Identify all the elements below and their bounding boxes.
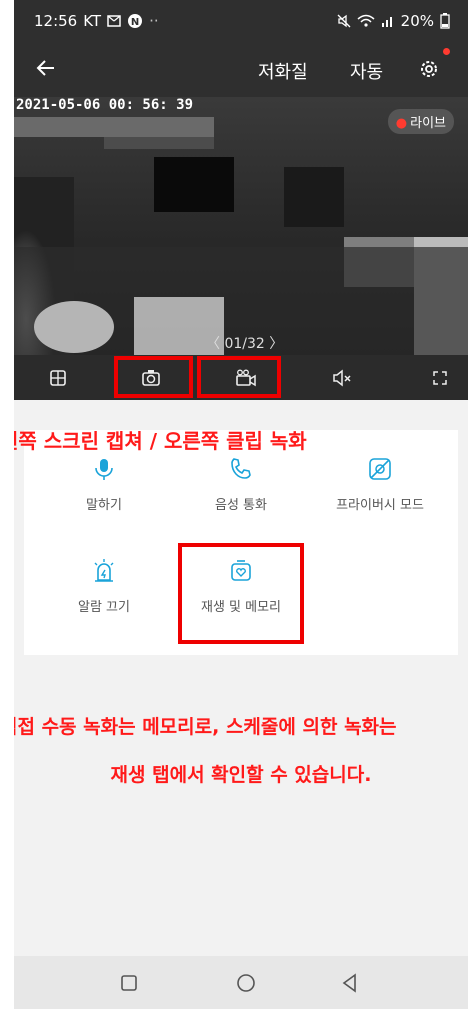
mute-icon[interactable]: [322, 355, 362, 400]
back-arrow-icon[interactable]: [36, 56, 56, 84]
live-badge: ● 라이브: [387, 109, 454, 134]
system-nav-bar: [14, 956, 468, 1009]
alarm-icon: [91, 558, 117, 584]
home-icon[interactable]: [234, 971, 258, 995]
status-bar: 12:56 KT N ·· 20%: [34, 10, 450, 32]
menu-item-alarm-off[interactable]: 알람 끄기: [44, 558, 164, 615]
gear-icon[interactable]: [418, 58, 440, 80]
menu-item-label: 알람 끄기: [78, 600, 130, 615]
privacy-icon: [367, 456, 393, 482]
menu-item-label: 프라이버시 모드: [336, 498, 424, 513]
grid-icon[interactable]: [38, 355, 78, 400]
signal-icon: [381, 17, 392, 27]
phone-icon: [228, 456, 254, 482]
back-icon[interactable]: [338, 971, 362, 995]
menu-item-voice-call[interactable]: 음성 통화: [181, 456, 301, 513]
menu-item-talk[interactable]: 말하기: [44, 456, 164, 513]
n-app-icon: N: [128, 14, 143, 28]
more-dots-icon: ··: [149, 12, 159, 30]
mic-icon: [91, 456, 117, 482]
svg-text:N: N: [131, 17, 139, 28]
battery-text: 20%: [400, 12, 434, 30]
auto-button[interactable]: 자동: [350, 58, 383, 84]
playback-caption: 재생 탭에서 확인할 수 있습니다.: [110, 764, 372, 786]
menu-item-label: 말하기: [86, 498, 122, 513]
status-time: 12:56: [34, 12, 78, 30]
nav-bar: 저화질 자동: [14, 48, 468, 88]
memory-caption: 직접 수동 녹화는 메모리로, 스케줄에 의한 녹화는: [14, 716, 397, 738]
video-feed[interactable]: 2021-05-06 00: 56: 39 ● 라이브 〈 01/32 〉: [14, 97, 468, 355]
highlight-box-playback: [178, 543, 304, 644]
video-timestamp: 2021-05-06 00: 56: 39: [16, 97, 194, 113]
live-badge-label: 라이브: [410, 116, 446, 131]
battery-icon: [440, 13, 450, 29]
quality-button[interactable]: 저화질: [258, 58, 308, 84]
notification-dot: [443, 48, 450, 55]
camera-scene-image: [14, 97, 468, 355]
top-bar: 12:56 KT N ·· 20% 저화질 자동: [14, 0, 468, 97]
status-carrier: KT: [83, 12, 102, 30]
menu-item-privacy[interactable]: 프라이버시 모드: [320, 456, 440, 513]
clip-counter[interactable]: 〈 01/32 〉: [206, 333, 283, 353]
message-icon: [107, 15, 121, 27]
menu-item-label: 음성 통화: [215, 498, 267, 513]
fullscreen-icon[interactable]: [420, 355, 460, 400]
app-frame: 12:56 KT N ·· 20% 저화질 자동 2021-05-06 00: …: [14, 0, 468, 1009]
mute-status-icon: [337, 14, 351, 28]
video-toolbar: [14, 355, 468, 400]
feature-menu: 말하기 음성 통화 프라이버시 모드 알람 끄기 재생 및 메모리: [24, 430, 458, 655]
highlight-box-record: [197, 356, 281, 398]
recents-icon[interactable]: [117, 971, 141, 995]
capture-record-caption: 왼쪽 스크린 캡쳐 / 오른쪽 클립 녹화: [14, 429, 307, 453]
highlight-box-capture: [114, 356, 193, 398]
wifi-icon: [357, 14, 375, 27]
